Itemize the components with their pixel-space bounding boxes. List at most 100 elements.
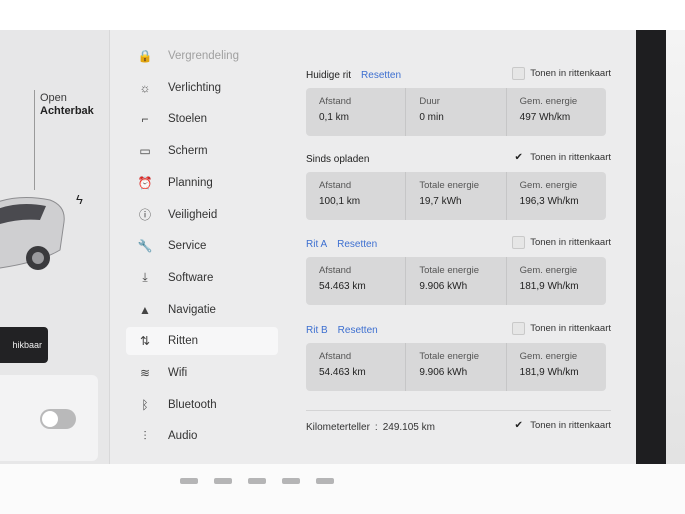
- sidebar-item-label: Stoelen: [168, 113, 208, 126]
- stat-value: 9.906 kWh: [419, 367, 468, 378]
- sidebar-item-software[interactable]: ⤓ Software: [126, 264, 278, 292]
- stat-label: Totale energie: [419, 265, 480, 276]
- odometer-show-label: Tonen in rittenkaart: [530, 420, 611, 431]
- stat-value: 0 min: [419, 112, 444, 123]
- trunk-name: Achterbak: [40, 105, 94, 117]
- sidebar-item-service[interactable]: 🔧 Service: [126, 232, 278, 260]
- odometer-value: 249.105 km: [382, 421, 435, 433]
- sidebar-item-label: Software: [168, 271, 214, 284]
- stat-value: 19,7 kWh: [419, 196, 462, 207]
- checkbox-icon[interactable]: [512, 67, 526, 80]
- screen-bezel-right: [632, 30, 666, 480]
- wifi-icon: ≋: [139, 366, 151, 380]
- sidebar-item-veiligheid[interactable]: ⓘ Veiligheid: [126, 201, 278, 229]
- trip-a-show-toggle[interactable]: Tonen in rittenkaart: [512, 236, 611, 249]
- since-charge-card: Afstand 100,1 km Totale energie 19,7 kWh Gem…: [306, 172, 606, 220]
- sidebar-item-bluetooth[interactable]: ᛒ Bluetooth: [126, 391, 278, 419]
- sidebar-item-label: Scherm: [168, 145, 208, 158]
- checkmark-icon[interactable]: ✔: [512, 151, 525, 164]
- sidebar-item-ritten[interactable]: ⇅ Ritten: [126, 327, 278, 356]
- since-charge-header: Sinds opladen ✔ Tonen in rittenkaart: [306, 151, 611, 167]
- trip-b-title: Rit B: [306, 324, 328, 336]
- stat-label: Afstand: [319, 96, 352, 107]
- sidebar-item-label: Service: [168, 240, 207, 253]
- toggle-knob: [42, 411, 58, 427]
- stat-value: 0,1 km: [319, 112, 350, 123]
- stat-label: Gem. energie: [519, 265, 578, 276]
- sidebar-item-wifi[interactable]: ≋ Wifi: [126, 359, 278, 387]
- display-icon: ▭: [139, 144, 151, 159]
- car-panel: Open Achterbak ϟ hikbaar: [0, 30, 110, 464]
- trunk-label: Open: [40, 92, 67, 104]
- trunk-control[interactable]: Open Achterbak: [40, 92, 94, 118]
- trip-a-card: Afstand 54.463 km Totale energie 9.906 kWh G…: [306, 257, 606, 305]
- sidebar-item-navigatie[interactable]: ▲ Navigatie: [126, 296, 278, 324]
- stat-cell: Totale energie 9.906 kWh: [406, 343, 507, 391]
- since-charge-show-toggle[interactable]: ✔ Tonen in rittenkaart: [512, 151, 612, 164]
- divider: [306, 410, 611, 411]
- current-trip-title: Huidige rit: [306, 69, 352, 81]
- trip-a-reset-button[interactable]: Resetten: [337, 239, 377, 250]
- since-charge-title: Sinds opladen: [306, 153, 370, 165]
- download-icon: ⤓: [142, 270, 148, 285]
- availability-button[interactable]: hikbaar: [0, 327, 48, 363]
- stat-label: Afstand: [319, 180, 352, 191]
- trip-a-show-label: Tonen in rittenkaart: [530, 237, 611, 248]
- current-trip-card: Afstand 0,1 km Duur 0 min Gem. energie 497 Wh…: [306, 88, 606, 136]
- bottom-margin: [0, 464, 685, 514]
- lock-icon: 🔒: [137, 49, 153, 63]
- touchscreen: Open Achterbak ϟ hikbaar 🔒 Vergrendeling ☼…: [0, 30, 636, 464]
- since-charge-show-label: Tonen in rittenkaart: [530, 152, 611, 163]
- checkbox-icon[interactable]: [512, 236, 526, 249]
- stat-cell: Totale energie 19,7 kWh: [406, 172, 507, 220]
- charging-bolt-icon: ϟ: [76, 192, 83, 207]
- background-strip: [666, 30, 685, 480]
- sidebar-item-planning[interactable]: ⏰ Planning: [126, 169, 278, 197]
- light-icon: ☼: [139, 80, 151, 95]
- checkbox-icon[interactable]: [512, 322, 526, 335]
- sidebar-item-label: Audio: [168, 430, 198, 443]
- stat-value: 196,3 Wh/km: [519, 196, 579, 207]
- sidebar-item-stoelen[interactable]: ⌐ Stoelen: [126, 105, 278, 133]
- stat-cell: Gem. energie 181,9 Wh/km: [507, 257, 606, 305]
- sidebar-item-scherm[interactable]: ▭ Scherm: [126, 137, 278, 165]
- stat-value: 54.463 km: [319, 367, 366, 378]
- stat-label: Gem. energie: [519, 180, 578, 191]
- stat-cell: Gem. energie 497 Wh/km: [507, 88, 606, 136]
- checkmark-icon[interactable]: ✔: [512, 419, 525, 432]
- stat-value: 9.906 kWh: [419, 281, 468, 292]
- odometer-show-toggle[interactable]: ✔ Tonen in rittenkaart: [512, 419, 612, 432]
- odometer-separator: :: [374, 421, 378, 433]
- wrench-icon: 🔧: [137, 239, 153, 254]
- stat-label: Gem. energie: [519, 351, 578, 362]
- top-margin: [0, 0, 685, 30]
- trip-a-title: Rit A: [306, 238, 328, 250]
- trip-b-show-toggle[interactable]: Tonen in rittenkaart: [512, 322, 611, 335]
- stat-label: Afstand: [319, 351, 352, 362]
- toggle-card: [0, 375, 98, 461]
- trip-b-header: Rit B Resetten Tonen in rittenkaart: [306, 322, 611, 338]
- current-trip-reset-button[interactable]: Resetten: [361, 70, 401, 81]
- navigation-icon: ▲: [139, 302, 151, 317]
- sidebar-item-audio[interactable]: ⫶ Audio: [126, 422, 278, 450]
- trip-b-reset-button[interactable]: Resetten: [338, 325, 378, 336]
- stat-value: 54.463 km: [319, 281, 366, 292]
- seat-icon: ⌐: [141, 112, 149, 127]
- stat-cell: Totale energie 9.906 kWh: [406, 257, 507, 305]
- stat-label: Duur: [419, 96, 440, 107]
- trips-icon: ⇅: [139, 334, 151, 349]
- stat-label: Gem. energie: [519, 96, 578, 107]
- sidebar-item-label: Vergrendeling: [168, 50, 239, 62]
- sidebar-item-label: Bluetooth: [168, 398, 217, 411]
- feature-toggle[interactable]: [40, 409, 76, 429]
- sidebar-item-label: Navigatie: [168, 303, 216, 316]
- trip-a-header: Rit A Resetten Tonen in rittenkaart: [306, 236, 611, 252]
- sidebar-item-verlichting[interactable]: ☼ Verlichting: [126, 74, 278, 102]
- stat-value: 100,1 km: [319, 196, 361, 207]
- current-trip-show-toggle[interactable]: Tonen in rittenkaart: [512, 67, 611, 80]
- sidebar-item-vergrendeling[interactable]: 🔒 Vergrendeling: [126, 42, 278, 70]
- stat-cell: Afstand 100,1 km: [306, 172, 407, 220]
- stat-value: 181,9 Wh/km: [519, 367, 579, 378]
- trip-b-show-label: Tonen in rittenkaart: [530, 323, 611, 334]
- stat-cell: Afstand 0,1 km: [306, 88, 407, 136]
